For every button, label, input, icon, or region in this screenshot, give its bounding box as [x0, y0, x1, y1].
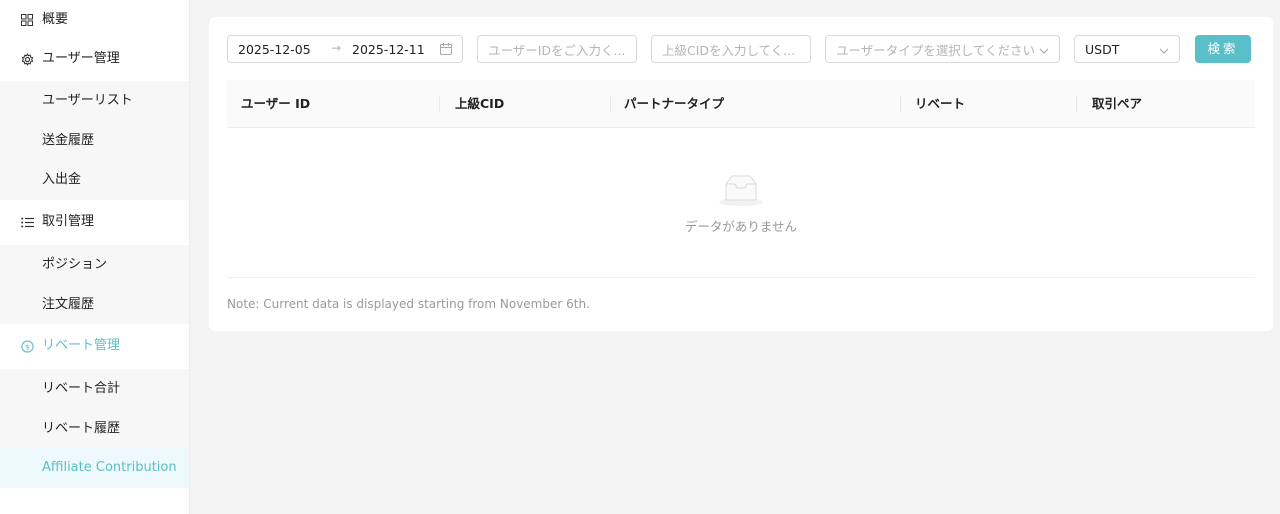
chevron-down-icon	[1159, 44, 1169, 54]
gear-icon	[20, 52, 34, 66]
currency-select[interactable]: USDT	[1074, 35, 1180, 63]
column-header-rebate: リベート	[915, 96, 966, 111]
sidebar-item-rebate-total[interactable]: リベート合計	[0, 369, 189, 409]
user-type-placeholder: ユーザータイプを選択してください	[836, 42, 1036, 58]
chevron-down-icon	[1039, 44, 1049, 54]
sidebar-item-rebate-history[interactable]: リベート履歴	[0, 409, 189, 449]
list-icon	[20, 215, 34, 229]
column-header-upper-cid: 上級CID	[455, 96, 505, 111]
menu-trade-management-label: 取引管理	[42, 214, 95, 229]
menu-rebate-management[interactable]: $ リベート管理	[0, 326, 189, 366]
currency-value: USDT	[1085, 41, 1120, 57]
divider	[227, 277, 1255, 278]
sidebar-item-deposit-withdrawal[interactable]: 入出金	[0, 160, 189, 200]
search-button[interactable]: 検索	[1195, 35, 1251, 63]
column-header-user-id: ユーザー ID	[241, 96, 311, 111]
calendar-icon	[440, 43, 452, 55]
upper-cid-input[interactable]: 上級CIDを入力してく...	[651, 35, 811, 63]
sidebar-item-positions[interactable]: ポジション	[0, 245, 189, 285]
empty-state-text: データがありません	[684, 219, 798, 234]
svg-text:$: $	[25, 342, 30, 351]
date-end[interactable]: 2025-12-11	[352, 42, 425, 57]
menu-user-management-label: ユーザー管理	[42, 51, 120, 66]
sidebar-item-user-list[interactable]: ユーザーリスト	[0, 81, 189, 121]
date-start[interactable]: 2025-12-05	[238, 42, 311, 57]
sidebar-item-order-history[interactable]: 注文履歴	[0, 285, 189, 325]
user-id-placeholder: ユーザーIDをご入力く...	[488, 42, 626, 58]
user-type-select[interactable]: ユーザータイプを選択してください	[825, 35, 1060, 63]
data-note: Note: Current data is displayed starting…	[227, 297, 590, 311]
arrow-right-icon: →	[331, 41, 342, 55]
menu-trade-management[interactable]: 取引管理	[0, 202, 189, 242]
date-range-picker[interactable]: 2025-12-05 → 2025-12-11	[227, 35, 463, 63]
grid-icon	[20, 13, 34, 27]
user-id-input[interactable]: ユーザーIDをご入力く...	[477, 35, 637, 63]
table-header: ユーザー ID 上級CID パートナータイプ リベート 取引ペア	[227, 80, 1255, 128]
column-divider	[900, 96, 901, 112]
column-divider	[439, 96, 440, 112]
column-header-trading-pair: 取引ペア	[1092, 96, 1143, 111]
content-card: 2025-12-05 → 2025-12-11 ユーザーIDをご入力く... 上…	[209, 17, 1273, 331]
sidebar-item-affiliate-contribution[interactable]: Affiliate Contribution	[0, 448, 189, 488]
trade-submenu: ポジション 注文履歴	[0, 245, 189, 324]
column-header-partner-type: パートナータイプ	[624, 96, 725, 111]
menu-rebate-management-label: リベート管理	[42, 338, 121, 353]
column-divider	[1076, 96, 1077, 112]
menu-user-management[interactable]: ユーザー管理	[0, 39, 189, 79]
sidebar: 概要 ユーザー管理 ユーザーリスト 送金履歴 入出金 取引管理 ポジション 注文…	[0, 0, 190, 514]
empty-inbox-icon	[717, 172, 765, 208]
menu-overview-label: 概要	[42, 12, 69, 27]
upper-cid-placeholder: 上級CIDを入力してく...	[662, 42, 796, 58]
user-submenu: ユーザーリスト 送金履歴 入出金	[0, 81, 189, 200]
sidebar-item-transfer-history[interactable]: 送金履歴	[0, 121, 189, 161]
menu-overview[interactable]: 概要	[0, 0, 189, 40]
rebate-submenu: リベート合計 リベート履歴 Affiliate Contribution	[0, 369, 189, 488]
dollar-circle-icon: $	[20, 339, 34, 353]
column-divider	[610, 96, 611, 112]
